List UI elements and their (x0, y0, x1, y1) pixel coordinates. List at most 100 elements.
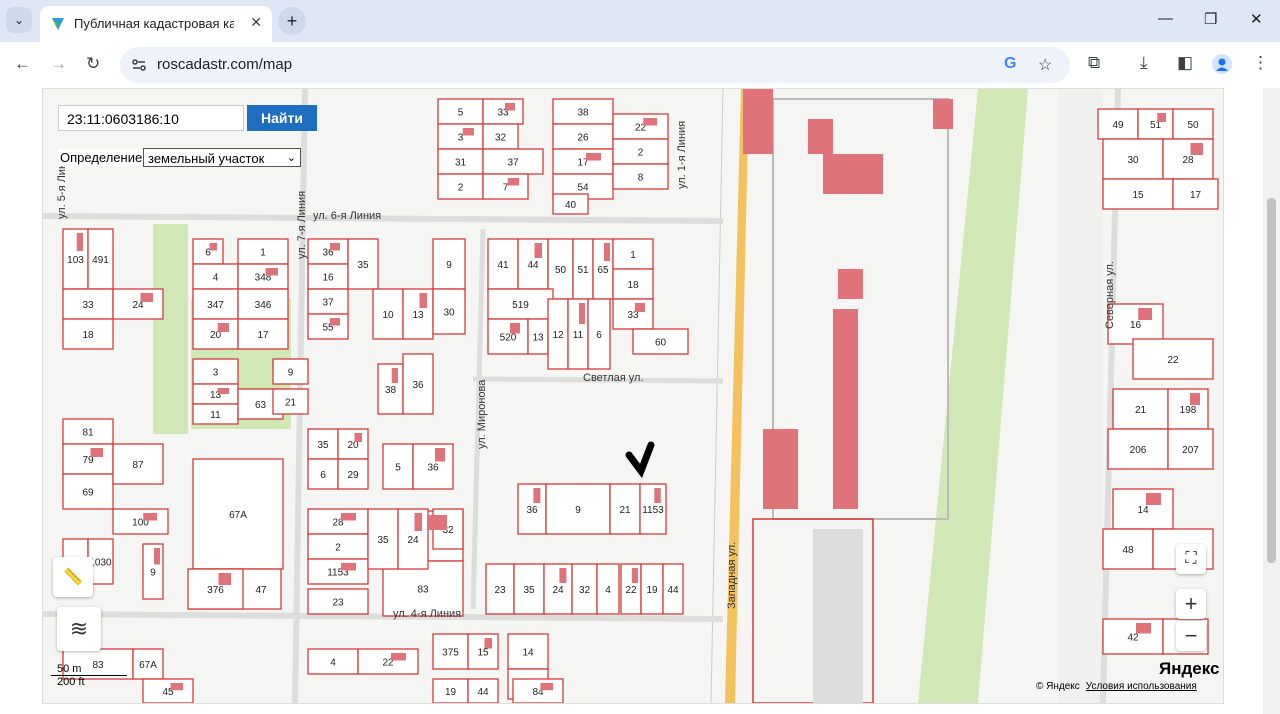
industrial-building (808, 119, 833, 154)
parcel-number: 22 (1167, 355, 1179, 366)
fullscreen-button[interactable]: ⛶ (1176, 544, 1206, 574)
parcel-number: 346 (255, 300, 272, 311)
building (427, 515, 447, 530)
parcel-number: 9 (288, 368, 294, 379)
parcel-number: 375 (442, 648, 459, 659)
parcel-number: 50 (555, 265, 567, 276)
building (217, 323, 229, 332)
parcel-number: 17 (257, 330, 269, 341)
zoom-in-button[interactable]: + (1176, 589, 1206, 619)
parcel-number: 35 (317, 440, 329, 451)
street-label: Северная ул. (1104, 261, 1116, 329)
building (76, 233, 83, 251)
layers-button[interactable]: ≋ (57, 607, 101, 651)
bookmark-star-icon[interactable]: ☆ (1038, 55, 1052, 75)
parcel-number: 36 (526, 505, 538, 516)
parcel-number: 60 (655, 338, 667, 349)
building (154, 548, 160, 565)
minimize-icon[interactable]: — (1158, 10, 1173, 27)
building (217, 388, 229, 394)
parcel-number: 1 (260, 248, 266, 259)
parcel-number: 32 (495, 133, 507, 144)
map-canvas[interactable]: 369211153233524324221944848367А454749515… (43, 89, 1223, 703)
green-area (153, 224, 188, 434)
building (505, 103, 515, 111)
industrial-building (838, 269, 863, 299)
profile-avatar-icon[interactable] (1212, 54, 1232, 74)
building (341, 563, 356, 571)
scrollbar-thumb[interactable] (1267, 198, 1276, 563)
selection-checkmark (625, 441, 655, 479)
reload-icon[interactable]: ↻ (86, 54, 100, 74)
parcel-number: 11 (573, 330, 584, 341)
building (391, 653, 406, 661)
parcel-number: 18 (627, 280, 639, 291)
industrial-building (743, 89, 773, 154)
road-zapadnaya (725, 89, 749, 703)
parcel-number: 49 (1112, 120, 1124, 131)
definition-label: Определение: (58, 149, 148, 166)
building (341, 513, 356, 521)
tab-title: Публичная кадастровая карт (74, 16, 234, 31)
street-label: ул. 7-я Линия (296, 191, 308, 259)
building (534, 243, 542, 258)
parcel-number: 198 (1180, 405, 1197, 416)
industrial-building (763, 429, 798, 509)
cadastral-map[interactable]: 369211153233524324221944848367А454749515… (42, 88, 1224, 704)
parcel-number: 376 (207, 585, 224, 596)
close-window-icon[interactable]: ✕ (1250, 10, 1263, 28)
parcel-number: 44 (477, 687, 489, 698)
parcel-number: 31 (455, 158, 467, 169)
parcel-number: 50 (1187, 120, 1199, 131)
site-info-icon[interactable] (130, 56, 148, 74)
google-lens-icon[interactable]: G (1004, 55, 1016, 73)
extensions-icon[interactable]: ⧉ (1088, 53, 1100, 73)
side-panel-icon[interactable]: ◧ (1177, 53, 1193, 73)
scale-bar: 50 m 200 ft (51, 663, 127, 688)
building (484, 638, 492, 649)
menu-kebab-icon[interactable]: ⋮ (1252, 53, 1269, 73)
building (354, 433, 362, 442)
parcel-number: 40 (565, 200, 577, 211)
building (1190, 143, 1203, 155)
building (265, 268, 278, 276)
building (419, 293, 427, 308)
definition-select[interactable]: земельный участок ⌄ (143, 148, 301, 167)
parcel-number: 36 (412, 380, 424, 391)
ruler-button[interactable]: 📏 (53, 557, 93, 597)
industrial-building (833, 309, 858, 419)
tab-active[interactable]: Публичная кадастровая карт ✕ (40, 6, 272, 42)
restore-icon[interactable]: ❐ (1204, 10, 1217, 28)
parcel-number: 491 (92, 255, 109, 266)
parcel-number: 87 (132, 460, 144, 471)
terms-link[interactable]: Условия использования (1086, 681, 1197, 692)
zoom-out-button[interactable]: − (1176, 621, 1206, 651)
parcel-number: 23 (332, 598, 344, 609)
page-scrollbar[interactable] (1263, 88, 1280, 714)
parcel-number: 16 (1130, 320, 1142, 331)
cadastral-search-input[interactable]: 23:11:0603186:10 (58, 105, 244, 131)
building (391, 368, 398, 383)
back-icon[interactable]: ← (14, 54, 31, 74)
parcel-number: 47 (255, 585, 267, 596)
parcel-number: 36 (427, 463, 439, 474)
parcel-number: 519 (512, 300, 529, 311)
layers-icon: ≋ (69, 616, 89, 641)
close-tab-icon[interactable]: ✕ (250, 14, 262, 31)
new-tab-button[interactable]: + (278, 7, 306, 35)
parcel-number: 2 (335, 543, 341, 554)
parcel-number: 42 (1127, 633, 1139, 644)
find-button[interactable]: Найти (247, 105, 317, 131)
tab-search-dropdown[interactable]: ⌄ (6, 7, 32, 33)
download-icon[interactable]: ⤓ (1140, 53, 1148, 73)
forward-icon[interactable]: → (50, 54, 67, 74)
parcel-number: 65 (597, 265, 609, 276)
parcel-number: 67А (139, 660, 157, 671)
tab-strip: ⌄ Публичная кадастровая карт ✕ + — ❐ ✕ (0, 0, 1280, 42)
parcel-number: 15 (477, 648, 489, 659)
parcel-number: 37 (322, 298, 334, 309)
address-bar[interactable]: roscadastr.com/map G ☆ (120, 47, 1070, 83)
building (1190, 393, 1200, 405)
parcel-number: 6 (320, 470, 326, 481)
parcel-number: 14 (1137, 505, 1149, 516)
